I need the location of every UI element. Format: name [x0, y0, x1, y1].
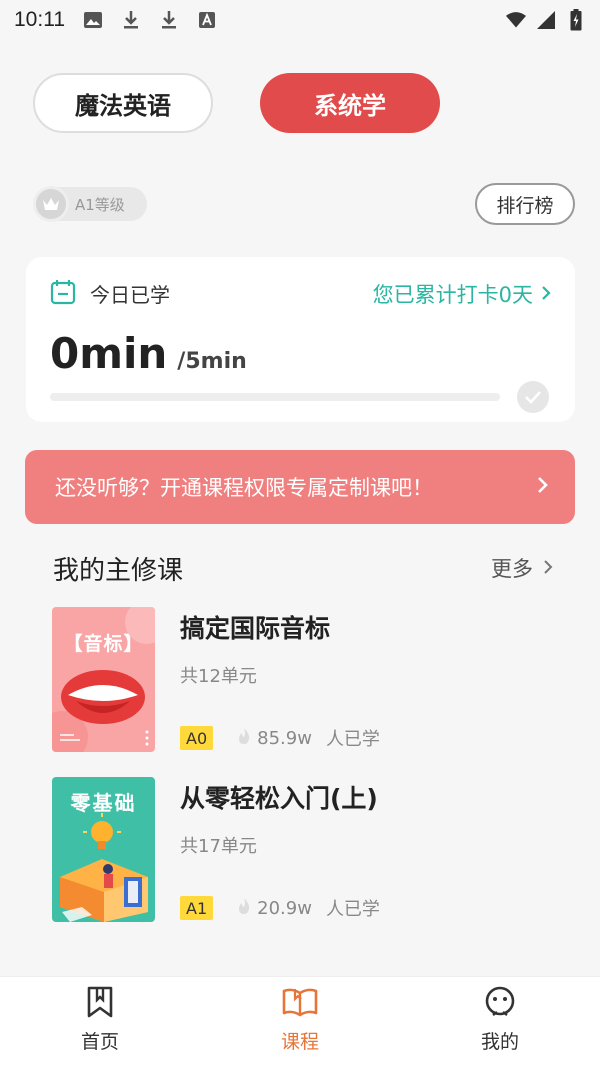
check-icon: [517, 381, 549, 413]
course-meta: A0 85.9w 人已学: [180, 725, 380, 751]
promo-text: 还没听够？开通课程权限专属定制课吧！: [55, 476, 433, 500]
learner-suffix: 人已学: [325, 729, 380, 750]
nav-label: 课程: [280, 1031, 319, 1053]
streak-link[interactable]: 您已累计打卡0天: [373, 279, 551, 309]
more-label: 更多: [491, 557, 533, 581]
minutes-value: 0min: [50, 329, 168, 378]
image-icon: [83, 10, 103, 30]
bookmark-icon: [84, 985, 116, 1023]
nav-label: 首页: [80, 1031, 119, 1053]
major-courses-header: 我的主修课 更多: [53, 548, 553, 588]
nav-home[interactable]: 首页: [0, 977, 200, 1066]
status-time: 10:11: [14, 8, 65, 31]
lips-icon: [52, 607, 155, 752]
study-minutes: 0min /5min: [50, 329, 247, 378]
course-cover: 【音标】: [52, 607, 155, 752]
smiley-icon: [483, 985, 517, 1023]
course-level-badge: A1: [180, 896, 214, 920]
systematic-study-tab[interactable]: 系统学: [260, 73, 440, 133]
minutes-goal: /5min: [177, 349, 247, 374]
status-bar: 10:11: [0, 0, 600, 40]
open-book-icon: [281, 985, 319, 1023]
course-meta: A1 20.9w 人已学: [180, 895, 380, 921]
course-cover: 零基础: [52, 777, 155, 922]
font-icon: [197, 10, 217, 30]
today-study-card: 今日已学 您已累计打卡0天 0min /5min: [26, 257, 575, 422]
level-label: A1等级: [75, 195, 125, 214]
battery-icon: [566, 9, 586, 31]
course-item[interactable]: 零基础 从零轻松入门(上) 共17单元 A1 20.9w 人已学: [52, 777, 562, 922]
chevron-right-icon: [541, 282, 551, 306]
lightbulb-icon: [60, 813, 148, 922]
nav-label: 我的: [480, 1031, 519, 1053]
wifi-icon: [506, 10, 526, 30]
course-units: 共12单元: [180, 666, 257, 687]
download-icon: [121, 10, 141, 30]
signal-icon: [536, 10, 556, 30]
learner-count: 20.9w: [257, 897, 312, 919]
download-icon: [159, 10, 179, 30]
learner-suffix: 人已学: [325, 899, 380, 920]
promo-banner[interactable]: 还没听够？开通课程权限专属定制课吧！: [25, 450, 575, 524]
calendar-icon: [50, 279, 76, 309]
flame-icon: [237, 727, 251, 750]
course-item[interactable]: 【音标】 搞定国际音标 共12单元 A0 85.9w 人已学: [52, 607, 562, 752]
more-link[interactable]: 更多: [491, 553, 553, 583]
magic-english-tab[interactable]: 魔法英语: [33, 73, 213, 133]
today-label: 今日已学: [90, 283, 170, 307]
course-title: 搞定国际音标: [180, 614, 331, 643]
leaderboard-button[interactable]: 排行榜: [475, 183, 575, 225]
section-title: 我的主修课: [53, 555, 184, 586]
streak-text: 您已累计打卡0天: [372, 283, 533, 307]
chevron-right-icon: [543, 556, 553, 580]
course-title: 从零轻松入门(上): [180, 784, 378, 813]
study-progress-bar: [50, 393, 500, 401]
learner-count: 85.9w: [257, 727, 312, 749]
course-level-badge: A0: [180, 726, 214, 750]
mode-toggle: 魔法英语 系统学: [33, 73, 440, 133]
crown-icon: [33, 186, 69, 222]
flame-icon: [237, 897, 251, 920]
nav-mine[interactable]: 我的: [400, 977, 600, 1066]
level-badge[interactable]: A1等级: [33, 186, 147, 222]
chevron-right-icon: [537, 475, 549, 499]
nav-courses[interactable]: 课程: [200, 977, 400, 1066]
bottom-nav: 首页 课程 我的: [0, 976, 600, 1066]
course-units: 共17单元: [180, 836, 257, 857]
